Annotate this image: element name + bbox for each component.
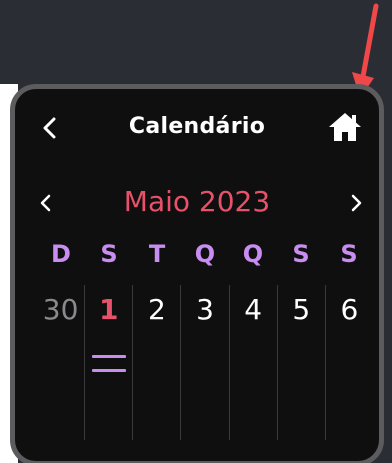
day-number: 30 [42,293,79,326]
screen: Calendário Maio 2023 D S T Q Q S S 30 1 … [0,0,392,463]
day-number: 6 [340,293,359,326]
event-markers [91,355,126,379]
day-cell[interactable]: 5 [276,285,325,440]
day-number: 1 [98,293,119,326]
weekday-label: D [51,240,71,268]
page-title: Calendário [128,114,266,139]
day-number: 2 [147,293,166,326]
day-number: 3 [196,293,214,326]
calendar-widget: Calendário Maio 2023 D S T Q Q S S 30 1 … [10,84,384,463]
day-number: 5 [292,293,311,326]
weekday-label: S [292,240,310,268]
weekday-label: S [100,240,118,268]
event-marker [91,355,126,358]
day-grid: 30 1 2 3 4 5 6 [37,285,373,440]
day-cell[interactable]: 3 [180,285,228,440]
weekday-label: Q [242,240,264,268]
weekday-label: S [340,240,358,268]
day-cell[interactable]: 6 [324,285,373,440]
weekday-label: Q [194,240,216,268]
title-bar: Calendário [15,89,379,161]
day-cell[interactable]: 30 [37,285,84,440]
weekday-label: T [148,240,166,268]
event-marker [91,369,126,372]
month-navigator: Maio 2023 [15,181,379,225]
weekday-header: D S T Q Q S S [37,240,373,274]
month-label: Maio 2023 [123,185,271,218]
day-number: 4 [244,293,263,326]
next-month-chevron-icon[interactable] [347,192,365,214]
day-cell-today[interactable]: 1 [84,285,132,440]
day-cell[interactable]: 4 [228,285,277,440]
day-cell[interactable]: 2 [132,285,180,440]
home-icon[interactable] [327,111,363,143]
